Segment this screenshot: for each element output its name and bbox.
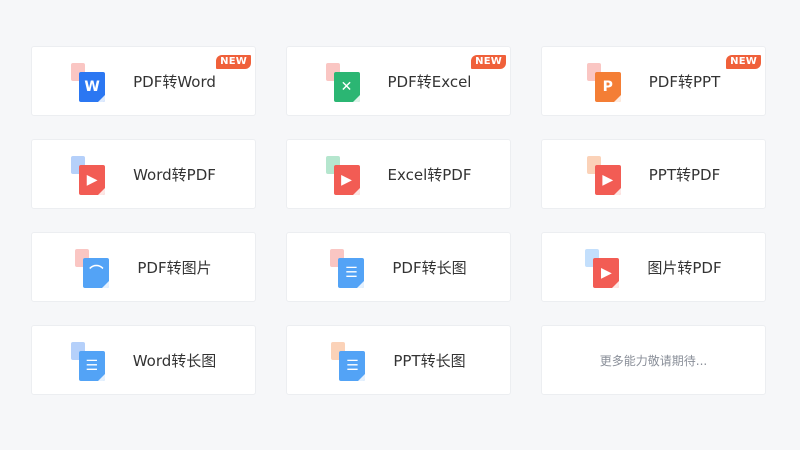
file-glyph-icon: ✕: [340, 79, 353, 95]
new-badge: NEW: [471, 55, 506, 69]
tool-card-label: PDF转PPT: [648, 72, 721, 91]
more-card-content: 更多能力敬请期待...: [542, 326, 765, 394]
target-file-icon: ☰: [339, 351, 366, 381]
target-file-icon: ✕: [333, 72, 360, 102]
pdf-file-icon: ▶: [325, 154, 364, 195]
pdf-file-icon: ▶: [585, 247, 623, 288]
file-glyph-icon: ▶: [602, 172, 614, 188]
new-badge: NEW: [216, 55, 251, 69]
tool-card-label: PDF转Excel: [387, 72, 472, 91]
target-file-icon: ⌒: [83, 258, 110, 288]
file-glyph-icon: ☰: [345, 265, 358, 281]
target-file-icon: ▶: [79, 165, 106, 195]
tool-card-content: ▶ Excel转PDF: [287, 140, 510, 208]
tool-card-8[interactable]: ☰ PDF转长图: [286, 232, 511, 302]
tool-card-4[interactable]: ▶ Word转PDF: [31, 139, 256, 209]
file-glyph-icon: W: [84, 79, 100, 95]
file-glyph-icon: ▶: [86, 172, 98, 188]
tool-card-1[interactable]: W PDF转Word NEW: [31, 46, 256, 116]
target-file-icon: ▶: [593, 258, 620, 288]
word-file-icon: W: [71, 61, 109, 102]
tool-card-5[interactable]: ▶ Excel转PDF: [286, 139, 511, 209]
tool-card-content: ▶ Word转PDF: [32, 140, 255, 208]
long-image-file-icon: ☰: [70, 340, 109, 381]
tool-card-label: Word转长图: [132, 351, 217, 370]
pdf-file-icon: ▶: [586, 154, 625, 195]
tool-card-label: PDF转图片: [137, 258, 212, 277]
new-badge: NEW: [726, 55, 761, 69]
tool-card-content: ⌒ PDF转图片: [32, 233, 255, 301]
file-glyph-icon: ▶: [600, 265, 612, 281]
tool-card-11[interactable]: ☰ PPT转长图: [286, 325, 511, 395]
target-file-icon: ▶: [333, 165, 360, 195]
file-glyph-icon: ☰: [85, 358, 98, 374]
tool-card-label: 图片转PDF: [647, 258, 722, 277]
ppt-file-icon: P: [586, 61, 625, 102]
long-image-file-icon: ☰: [331, 340, 369, 381]
tool-card-label: Word转PDF: [133, 165, 216, 184]
file-glyph-icon: P: [602, 79, 613, 95]
more-coming-soon-card: 更多能力敬请期待...: [541, 325, 766, 395]
target-file-icon: ☰: [78, 351, 105, 381]
tool-card-10[interactable]: ☰ Word转长图: [31, 325, 256, 395]
target-file-icon: P: [594, 72, 621, 102]
long-image-file-icon: ☰: [330, 247, 368, 288]
tool-card-label: PPT转长图: [393, 351, 466, 370]
target-file-icon: ▶: [594, 165, 621, 195]
tool-card-label: Excel转PDF: [387, 165, 472, 184]
tool-card-label: PDF转Word: [133, 72, 216, 91]
tool-card-2[interactable]: ✕ PDF转Excel NEW: [286, 46, 511, 116]
more-coming-soon-label: 更多能力敬请期待...: [599, 353, 708, 368]
tool-card-9[interactable]: ▶ 图片转PDF: [541, 232, 766, 302]
excel-file-icon: ✕: [325, 61, 364, 102]
file-glyph-icon: ☰: [346, 358, 359, 374]
tool-card-6[interactable]: ▶ PPT转PDF: [541, 139, 766, 209]
tool-card-content: ☰ PDF转长图: [287, 233, 510, 301]
file-glyph-icon: ▶: [341, 172, 352, 188]
tool-card-content: ▶ 图片转PDF: [542, 233, 765, 301]
tool-card-content: ▶ PPT转PDF: [542, 140, 765, 208]
tool-card-content: ☰ PPT转长图: [287, 326, 510, 394]
tool-card-content: ☰ Word转长图: [32, 326, 255, 394]
image-file-icon: ⌒: [75, 247, 113, 288]
target-file-icon: W: [79, 72, 106, 102]
target-file-icon: ☰: [338, 258, 365, 288]
tool-card-label: PDF转长图: [392, 258, 467, 277]
tool-card-label: PPT转PDF: [648, 165, 721, 184]
file-glyph-icon: ⌒: [89, 265, 104, 281]
tool-card-3[interactable]: P PDF转PPT NEW: [541, 46, 766, 116]
pdf-file-icon: ▶: [71, 154, 109, 195]
tool-card-7[interactable]: ⌒ PDF转图片: [31, 232, 256, 302]
